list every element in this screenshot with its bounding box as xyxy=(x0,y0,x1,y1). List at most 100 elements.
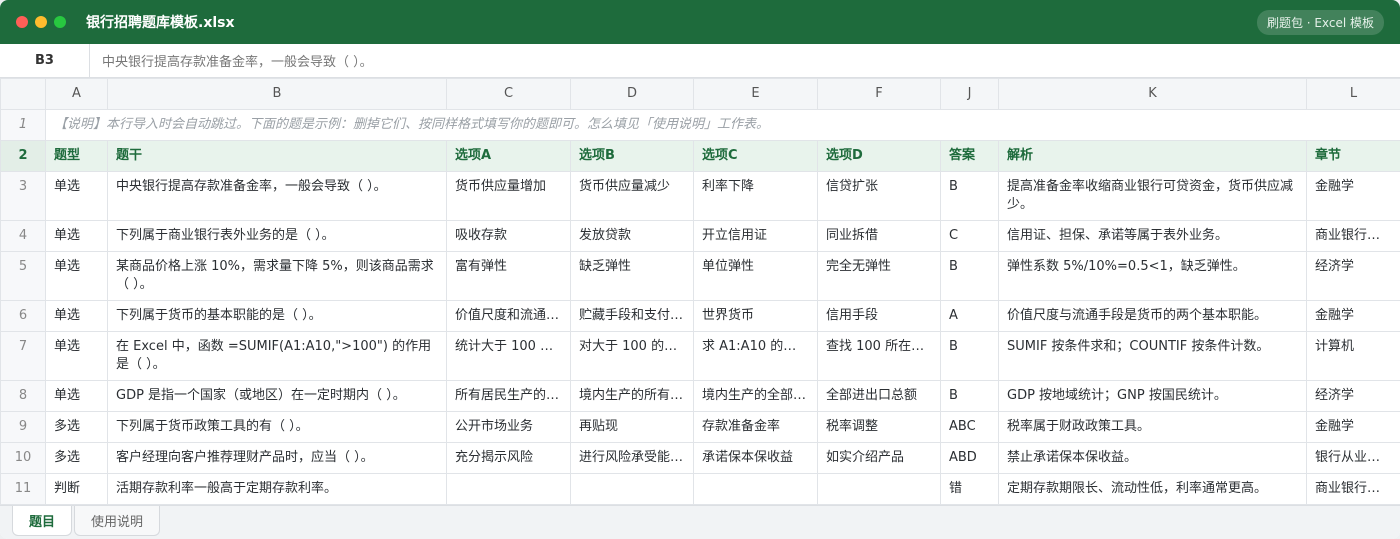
row-number[interactable]: 10 xyxy=(0,442,46,474)
cell-option-b[interactable] xyxy=(570,473,694,505)
cell-option-c[interactable]: 求 A1:A10 的平… xyxy=(693,331,818,381)
cell-answer[interactable]: B xyxy=(940,171,999,221)
cell-option-c[interactable]: 世界货币 xyxy=(693,300,818,332)
cell-explanation[interactable]: SUMIF 按条件求和；COUNTIF 按条件计数。 xyxy=(998,331,1307,381)
cell-option-c[interactable]: 开立信用证 xyxy=(693,220,818,252)
cell-explanation[interactable]: GDP 按地域统计；GNP 按国民统计。 xyxy=(998,380,1307,412)
cell-answer[interactable]: B xyxy=(940,380,999,412)
column-header-b[interactable]: B xyxy=(107,78,447,110)
cell-explanation[interactable]: 弹性系数 5%/10%=0.5<1，缺乏弹性。 xyxy=(998,251,1307,301)
cell-explanation[interactable]: 税率属于财政政策工具。 xyxy=(998,411,1307,443)
cell-option-d[interactable]: 查找 100 所在… xyxy=(817,331,941,381)
column-header-l[interactable]: L xyxy=(1306,78,1400,110)
cell-option-d[interactable] xyxy=(817,473,941,505)
cell-type[interactable]: 单选 xyxy=(45,171,108,221)
notice-cell[interactable]: 【说明】本行导入时会自动跳过。下面的题是示例：删掉它们、按同样格式填写你的题即可… xyxy=(45,109,1400,141)
sheet-tab-questions[interactable]: 题目 xyxy=(12,506,73,536)
cell-type[interactable]: 单选 xyxy=(45,251,108,301)
cell-option-c[interactable]: 单位弹性 xyxy=(693,251,818,301)
cell-answer[interactable]: ABC xyxy=(940,411,999,443)
cell-stem[interactable]: 活期存款利率一般高于定期存款利率。 xyxy=(107,473,447,505)
cell-stem[interactable]: 在 Excel 中，函数 =SUMIF(A1:A10,">100") 的作用是（… xyxy=(107,331,447,381)
cell-chapter[interactable]: 商业银行… xyxy=(1306,220,1400,252)
cell-option-a[interactable]: 所有居民生产的… xyxy=(446,380,571,412)
cell-option-a[interactable]: 公开市场业务 xyxy=(446,411,571,443)
header-cell-option-b[interactable]: 选项B xyxy=(570,140,694,172)
cell-answer[interactable]: B xyxy=(940,251,999,301)
cell-stem[interactable]: 下列属于商业银行表外业务的是（ ）。 xyxy=(107,220,447,252)
cell-type[interactable]: 单选 xyxy=(45,331,108,381)
cell-option-a[interactable]: 充分揭示风险 xyxy=(446,442,571,474)
cell-type[interactable]: 单选 xyxy=(45,300,108,332)
header-cell-option-d[interactable]: 选项D xyxy=(817,140,941,172)
cell-answer[interactable]: 错 xyxy=(940,473,999,505)
header-cell-explanation[interactable]: 解析 xyxy=(998,140,1307,172)
cell-chapter[interactable]: 金融学 xyxy=(1306,171,1400,221)
cell-answer[interactable]: C xyxy=(940,220,999,252)
header-cell-chapter[interactable]: 章节 xyxy=(1306,140,1400,172)
header-cell-option-c[interactable]: 选项C xyxy=(693,140,818,172)
cell-chapter[interactable]: 金融学 xyxy=(1306,411,1400,443)
row-number[interactable]: 9 xyxy=(0,411,46,443)
cell-type[interactable]: 单选 xyxy=(45,220,108,252)
cell-option-d[interactable]: 同业拆借 xyxy=(817,220,941,252)
cell-option-c[interactable]: 承诺保本保收益 xyxy=(693,442,818,474)
header-cell-stem[interactable]: 题干 xyxy=(107,140,447,172)
cell-explanation[interactable]: 禁止承诺保本保收益。 xyxy=(998,442,1307,474)
cell-option-a[interactable] xyxy=(446,473,571,505)
row-number[interactable]: 6 xyxy=(0,300,46,332)
cell-stem[interactable]: 某商品价格上涨 10%，需求量下降 5%，则该商品需求（ ）。 xyxy=(107,251,447,301)
cell-stem[interactable]: 客户经理向客户推荐理财产品时，应当（ ）。 xyxy=(107,442,447,474)
cell-stem[interactable]: 中央银行提高存款准备金率，一般会导致（ ）。 xyxy=(107,171,447,221)
cell-option-d[interactable]: 完全无弹性 xyxy=(817,251,941,301)
cell-option-d[interactable]: 税率调整 xyxy=(817,411,941,443)
cell-type[interactable]: 判断 xyxy=(45,473,108,505)
cell-option-b[interactable]: 再贴现 xyxy=(570,411,694,443)
cell-option-a[interactable]: 富有弹性 xyxy=(446,251,571,301)
column-header-e[interactable]: E xyxy=(693,78,818,110)
row-number[interactable]: 5 xyxy=(0,251,46,301)
cell-chapter[interactable]: 银行从业… xyxy=(1306,442,1400,474)
cell-option-b[interactable]: 对大于 100 的… xyxy=(570,331,694,381)
cell-option-c[interactable]: 利率下降 xyxy=(693,171,818,221)
cell-answer[interactable]: B xyxy=(940,331,999,381)
cell-option-a[interactable]: 统计大于 100 … xyxy=(446,331,571,381)
cell-option-a[interactable]: 吸收存款 xyxy=(446,220,571,252)
row-number[interactable]: 1 xyxy=(0,109,46,141)
column-header-k[interactable]: K xyxy=(998,78,1307,110)
cell-stem[interactable]: 下列属于货币政策工具的有（ ）。 xyxy=(107,411,447,443)
cell-chapter[interactable]: 商业银行… xyxy=(1306,473,1400,505)
cell-chapter[interactable]: 金融学 xyxy=(1306,300,1400,332)
row-number[interactable]: 3 xyxy=(0,171,46,221)
cell-option-d[interactable]: 全部进出口总额 xyxy=(817,380,941,412)
column-header-j[interactable]: J xyxy=(940,78,999,110)
cell-answer[interactable]: A xyxy=(940,300,999,332)
header-cell-type[interactable]: 题型 xyxy=(45,140,108,172)
cell-option-b[interactable]: 境内生产的所有… xyxy=(570,380,694,412)
select-all-corner[interactable] xyxy=(0,78,46,110)
minimize-window-button[interactable] xyxy=(35,16,47,28)
cell-option-d[interactable]: 如实介绍产品 xyxy=(817,442,941,474)
close-window-button[interactable] xyxy=(16,16,28,28)
cell-option-a[interactable]: 价值尺度和流通… xyxy=(446,300,571,332)
cell-explanation[interactable]: 信用证、担保、承诺等属于表外业务。 xyxy=(998,220,1307,252)
cell-answer[interactable]: ABD xyxy=(940,442,999,474)
row-number[interactable]: 8 xyxy=(0,380,46,412)
column-header-c[interactable]: C xyxy=(446,78,571,110)
header-cell-answer[interactable]: 答案 xyxy=(940,140,999,172)
cell-name-box[interactable]: B3 xyxy=(0,44,90,77)
row-number[interactable]: 2 xyxy=(0,140,46,172)
cell-option-c[interactable]: 存款准备金率 xyxy=(693,411,818,443)
cell-option-b[interactable]: 缺乏弹性 xyxy=(570,251,694,301)
cell-type[interactable]: 多选 xyxy=(45,442,108,474)
cell-option-d[interactable]: 信贷扩张 xyxy=(817,171,941,221)
cell-option-b[interactable]: 贮藏手段和支付… xyxy=(570,300,694,332)
cell-option-d[interactable]: 信用手段 xyxy=(817,300,941,332)
cell-option-c[interactable] xyxy=(693,473,818,505)
cell-stem[interactable]: GDP 是指一个国家（或地区）在一定时期内（ ）。 xyxy=(107,380,447,412)
cell-explanation[interactable]: 提高准备金率收缩商业银行可贷资金，货币供应减少。 xyxy=(998,171,1307,221)
column-header-d[interactable]: D xyxy=(570,78,694,110)
column-header-f[interactable]: F xyxy=(817,78,941,110)
cell-option-c[interactable]: 境内生产的全部… xyxy=(693,380,818,412)
cell-option-a[interactable]: 货币供应量增加 xyxy=(446,171,571,221)
